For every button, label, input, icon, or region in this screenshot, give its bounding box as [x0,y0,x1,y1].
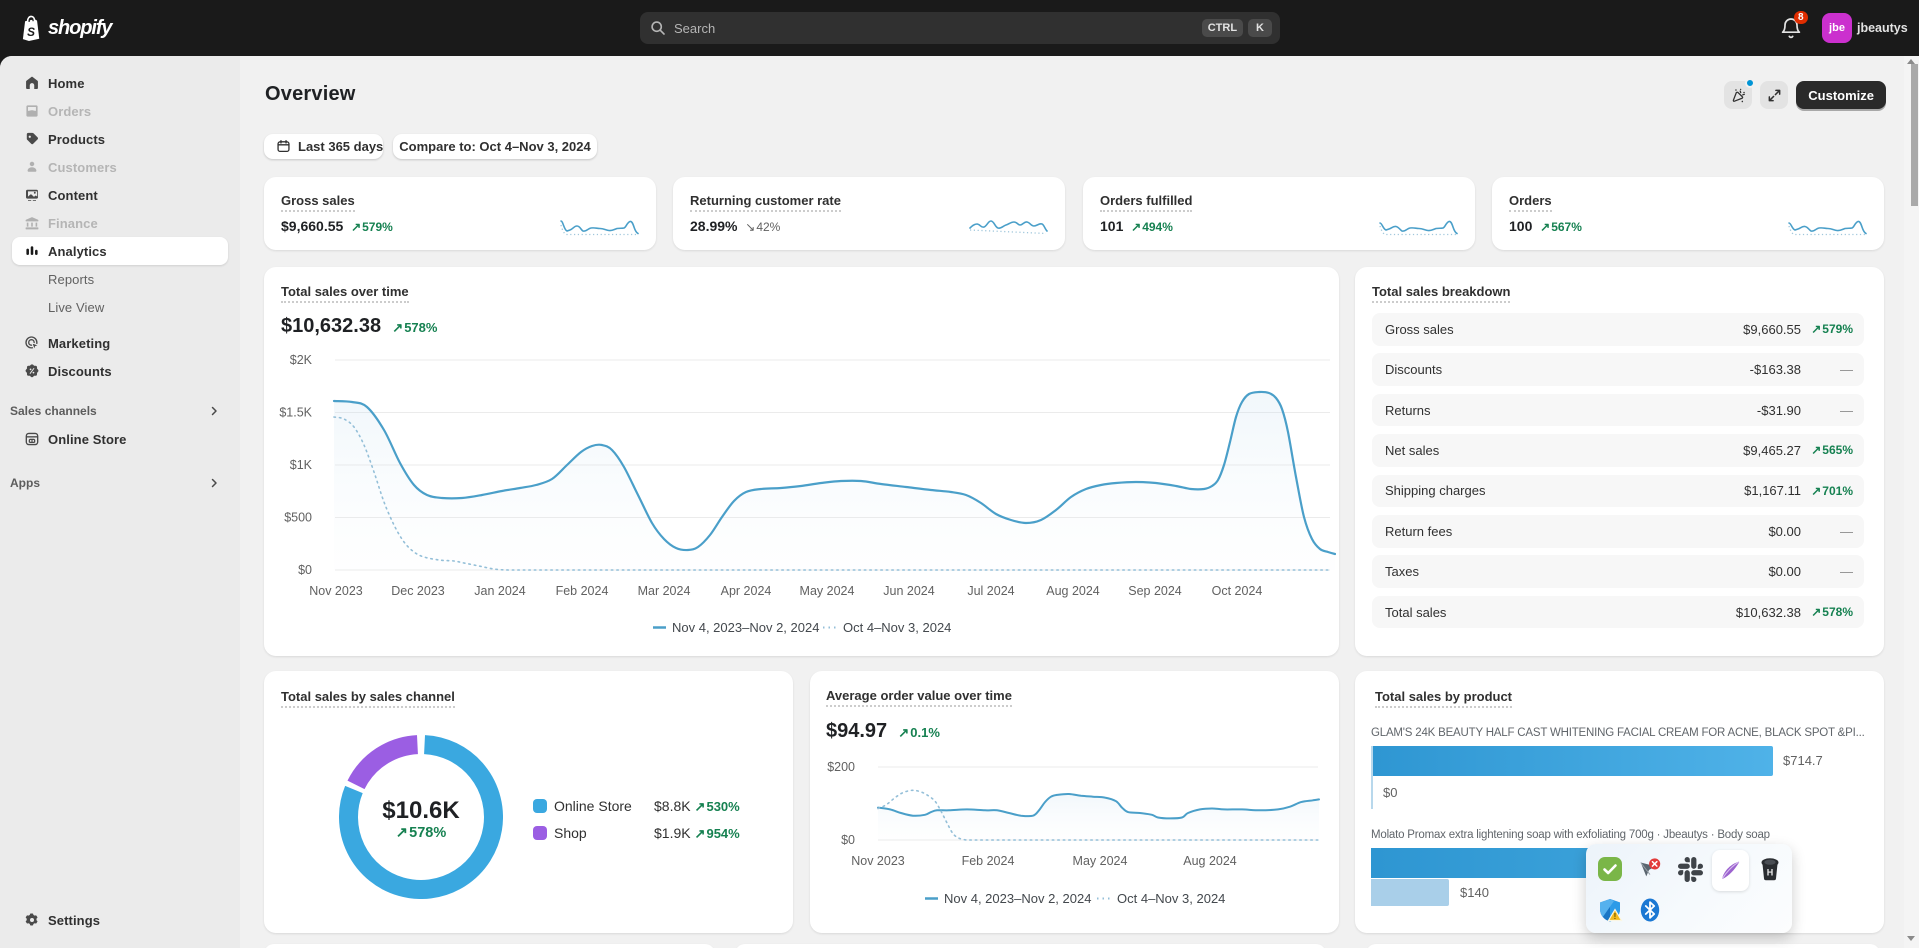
svg-text:Feb 2024: Feb 2024 [556,584,609,598]
svg-text:May 2024: May 2024 [1073,854,1128,868]
svg-text:Jan 2024: Jan 2024 [474,584,525,598]
svg-text:Oct 4–Nov 3, 2024: Oct 4–Nov 3, 2024 [843,620,951,635]
svg-text:Aug 2024: Aug 2024 [1046,584,1100,598]
svg-text:Jul 2024: Jul 2024 [967,584,1014,598]
svg-text:Mar 2024: Mar 2024 [638,584,691,598]
svg-text:$0: $0 [841,833,855,847]
svg-text:S: S [27,25,35,39]
svg-text:Jun 2024: Jun 2024 [883,584,934,598]
svg-text:$1.5K: $1.5K [279,406,312,420]
svg-text:H: H [1767,868,1774,878]
svg-text:$1K: $1K [290,458,313,472]
svg-text:$500: $500 [284,511,312,525]
svg-text:Apr 2024: Apr 2024 [721,584,772,598]
svg-text:Nov 2023: Nov 2023 [851,854,905,868]
svg-text:$2K: $2K [290,353,313,367]
svg-text:Sep 2024: Sep 2024 [1128,584,1182,598]
svg-text:Aug 2024: Aug 2024 [1183,854,1237,868]
svg-text:Feb 2024: Feb 2024 [962,854,1015,868]
svg-text:Oct 2024: Oct 2024 [1212,584,1263,598]
svg-text:!: ! [1614,912,1617,921]
svg-text:May 2024: May 2024 [800,584,855,598]
svg-text:Nov 2023: Nov 2023 [309,584,363,598]
svg-text:$0: $0 [298,563,312,577]
svg-text:Nov 4, 2023–Nov 2, 2024: Nov 4, 2023–Nov 2, 2024 [672,620,819,635]
svg-text:Oct 4–Nov 3, 2024: Oct 4–Nov 3, 2024 [1117,891,1225,906]
svg-text:Dec 2023: Dec 2023 [391,584,445,598]
svg-text:$200: $200 [827,760,855,774]
svg-text:Nov 4, 2023–Nov 2, 2024: Nov 4, 2023–Nov 2, 2024 [944,891,1091,906]
